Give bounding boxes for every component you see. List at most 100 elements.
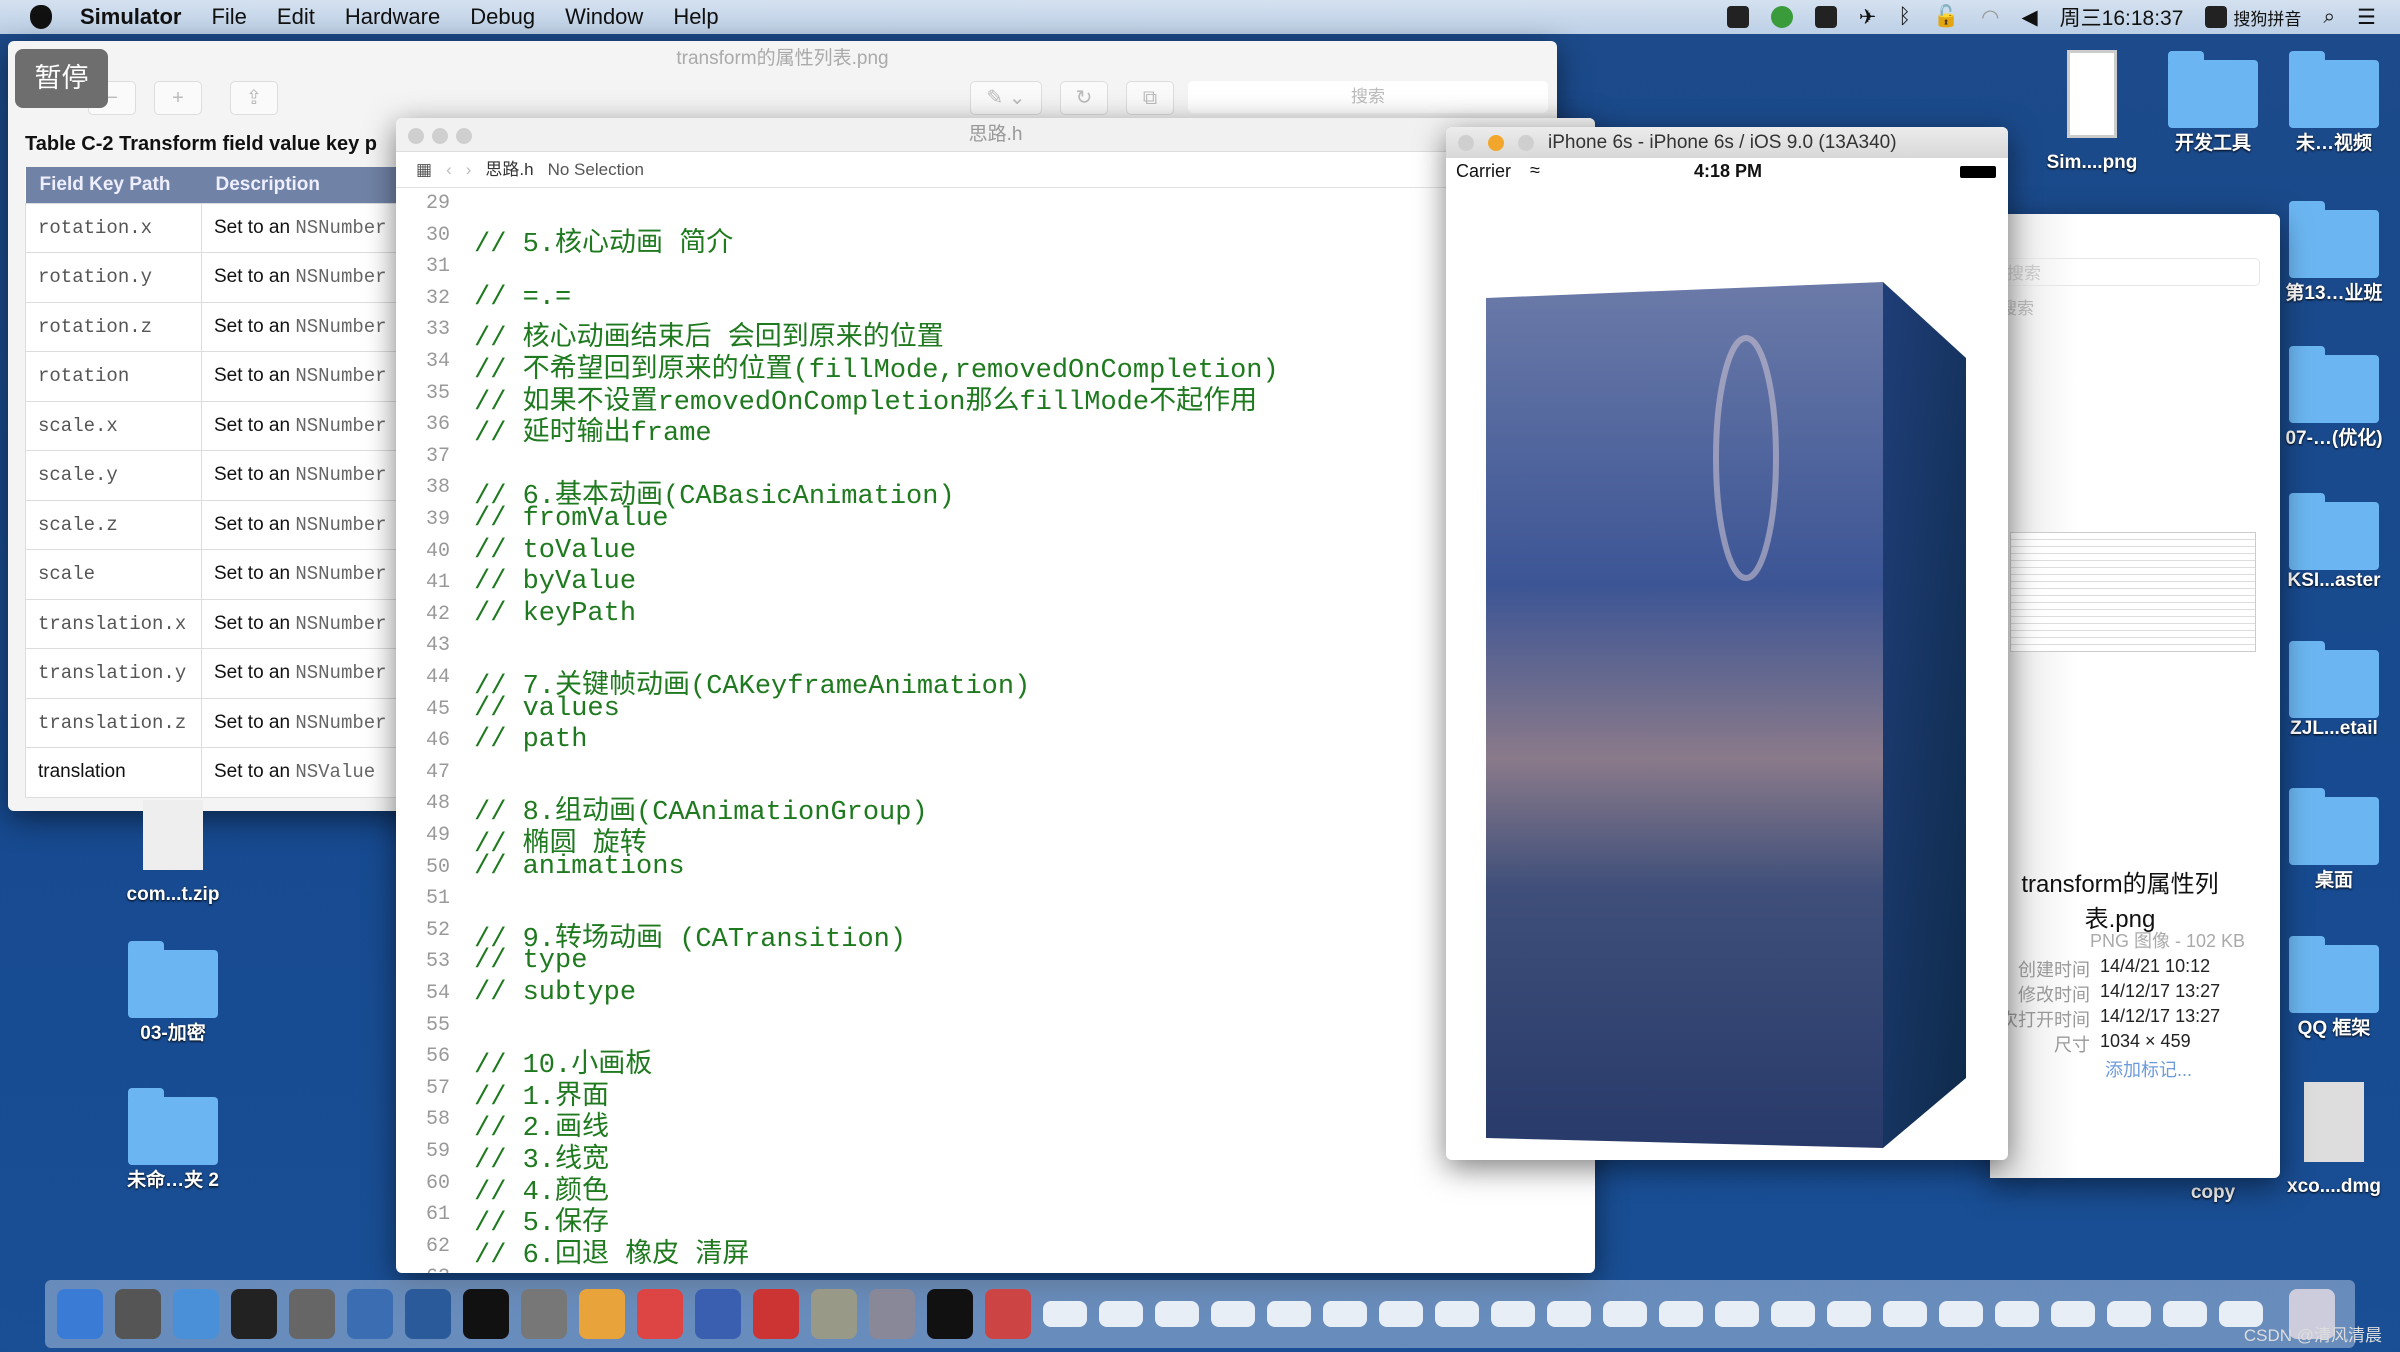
dock-app-icon[interactable]: [231, 1289, 277, 1339]
toolbox-button[interactable]: ⧉: [1126, 81, 1174, 115]
dock-window-thumbnail[interactable]: [1379, 1301, 1423, 1327]
desktop-icon[interactable]: com...t.zip: [103, 800, 243, 906]
zoom-button[interactable]: [456, 128, 472, 144]
minimize-button[interactable]: [432, 128, 448, 144]
menu-edit[interactable]: Edit: [277, 4, 315, 30]
dock-window-thumbnail[interactable]: [2107, 1301, 2151, 1327]
lock-icon[interactable]: 🔓: [1933, 5, 1959, 29]
dock-window-thumbnail[interactable]: [1603, 1301, 1647, 1327]
volume-icon[interactable]: ◀: [2022, 5, 2038, 30]
markup-button[interactable]: ✎ ⌄: [970, 81, 1042, 115]
forward-button[interactable]: ›: [466, 152, 472, 187]
dock-window-thumbnail[interactable]: [1939, 1301, 1983, 1327]
menu-bar: Simulator File Edit Hardware Debug Windo…: [0, 0, 2400, 34]
apple-menu-icon[interactable]: [30, 5, 52, 29]
dock-app-icon[interactable]: [347, 1289, 393, 1339]
spotlight-search-icon[interactable]: ⌕: [2323, 5, 2335, 29]
minimize-button[interactable]: [1488, 135, 1504, 151]
dock-app-icon[interactable]: [695, 1289, 741, 1339]
add-tag-link[interactable]: 添加标记...: [2105, 1056, 2280, 1082]
dock-app-icon[interactable]: [637, 1289, 683, 1339]
rotate-button[interactable]: ↻: [1060, 81, 1108, 115]
dock-window-thumbnail[interactable]: [1323, 1301, 1367, 1327]
bluetooth-icon[interactable]: ᛒ: [1898, 5, 1911, 29]
airplane-icon[interactable]: ✈: [1859, 5, 1877, 30]
desktop-icon[interactable]: xco....dmg: [2264, 1082, 2400, 1198]
menu-help[interactable]: Help: [673, 4, 718, 30]
dock-app-icon[interactable]: [463, 1289, 509, 1339]
search-input[interactable]: 搜索: [1188, 81, 1548, 113]
breadcrumb-selection[interactable]: No Selection: [548, 152, 644, 187]
close-button[interactable]: [1458, 135, 1474, 151]
dock-window-thumbnail[interactable]: [1659, 1301, 1703, 1327]
desktop-icon[interactable]: 桌面: [2264, 787, 2400, 892]
dock-window-thumbnail[interactable]: [1715, 1301, 1759, 1327]
dock-app-icon[interactable]: [521, 1289, 567, 1339]
related-items-icon[interactable]: ▦: [416, 152, 432, 187]
menu-app[interactable]: Simulator: [80, 4, 181, 30]
back-button[interactable]: ‹: [446, 152, 452, 187]
dock-app-icon[interactable]: [869, 1289, 915, 1339]
dock-app-icon[interactable]: [927, 1289, 973, 1339]
dock-window-thumbnail[interactable]: [1547, 1301, 1591, 1327]
dock-app-icon[interactable]: [579, 1289, 625, 1339]
finder-search-input[interactable]: 搜索: [2000, 258, 2260, 286]
dock-window-thumbnail[interactable]: [1827, 1301, 1871, 1327]
status-app-icon[interactable]: [1726, 6, 1749, 28]
line-number: 36: [425, 413, 450, 437]
dock-app-icon[interactable]: [753, 1289, 799, 1339]
dock-window-thumbnail[interactable]: [1267, 1301, 1311, 1327]
info-row: 创建时间 14/4/21 10:12: [2018, 956, 2211, 980]
dock-app-icon[interactable]: [173, 1289, 219, 1339]
dock-window-thumbnail[interactable]: [1043, 1301, 1087, 1327]
dock-window-thumbnail[interactable]: [1211, 1301, 1255, 1327]
desktop-icon[interactable]: 开发工具: [2143, 50, 2283, 155]
dock-window-thumbnail[interactable]: [1771, 1301, 1815, 1327]
desktop-icon[interactable]: QQ 框架: [2264, 935, 2400, 1040]
screen-record-icon[interactable]: [1814, 6, 1837, 28]
desktop-icon[interactable]: 07-…(优化): [2264, 345, 2400, 450]
dock-window-thumbnail[interactable]: [2051, 1301, 2095, 1327]
desktop-icon[interactable]: Sim....png: [2022, 50, 2162, 174]
dock-window-thumbnail[interactable]: [1883, 1301, 1927, 1327]
desktop-icon[interactable]: 未…视频: [2264, 50, 2400, 155]
desktop-icon[interactable]: ZJL...etail: [2264, 640, 2400, 740]
dock-window-thumbnail[interactable]: [1491, 1301, 1535, 1327]
desktop-icon[interactable]: 03-加密: [103, 940, 243, 1045]
menu-debug[interactable]: Debug: [470, 4, 535, 30]
zoom-button[interactable]: [1518, 135, 1534, 151]
menu-window[interactable]: Window: [565, 4, 643, 30]
desktop-icon-label[interactable]: copy: [2143, 1182, 2283, 1204]
menu-hardware[interactable]: Hardware: [345, 4, 440, 30]
table-row: scale.x Set to an NSNumber: [25, 400, 405, 451]
wifi-icon[interactable]: ◠: [1981, 5, 1999, 30]
clock[interactable]: 周三16:18:37: [2060, 2, 2184, 32]
line-number: 35: [425, 381, 450, 405]
desktop-icon[interactable]: KSI...aster: [2264, 492, 2400, 592]
dock-app-icon[interactable]: [115, 1289, 161, 1339]
dock-app-icon[interactable]: [57, 1289, 103, 1339]
breadcrumb-file[interactable]: 思路.h: [485, 152, 533, 187]
desktop-icon[interactable]: 未命…夹 2: [103, 1087, 243, 1192]
sogou-icon[interactable]: [2205, 6, 2228, 28]
dock-window-thumbnail[interactable]: [1099, 1301, 1143, 1327]
dock-window-thumbnail[interactable]: [1995, 1301, 2039, 1327]
dock-app-icon[interactable]: [405, 1289, 451, 1339]
desktop-icon[interactable]: 第13…业班: [2264, 200, 2400, 305]
menu-file[interactable]: File: [211, 4, 246, 30]
dock-window-thumbnail[interactable]: [2163, 1301, 2207, 1327]
dock-app-icon[interactable]: [811, 1289, 857, 1339]
notification-center-icon[interactable]: ☰: [2357, 5, 2376, 30]
dock-app-icon[interactable]: [985, 1289, 1031, 1339]
dock-app-icon[interactable]: [289, 1289, 335, 1339]
close-button[interactable]: [408, 128, 424, 144]
ime-label[interactable]: 搜狗拼音: [2233, 5, 2301, 30]
status-green-icon[interactable]: [1770, 6, 1793, 28]
zoom-in-button[interactable]: +: [154, 81, 202, 115]
description-cell: Set to an NSNumber: [201, 252, 405, 303]
share-button[interactable]: ⇪: [230, 81, 278, 115]
pause-badge[interactable]: 暂停: [15, 49, 108, 108]
dock-window-thumbnail[interactable]: [1155, 1301, 1199, 1327]
dock-window-thumbnail[interactable]: [1435, 1301, 1479, 1327]
line-number: 57: [425, 1076, 450, 1100]
